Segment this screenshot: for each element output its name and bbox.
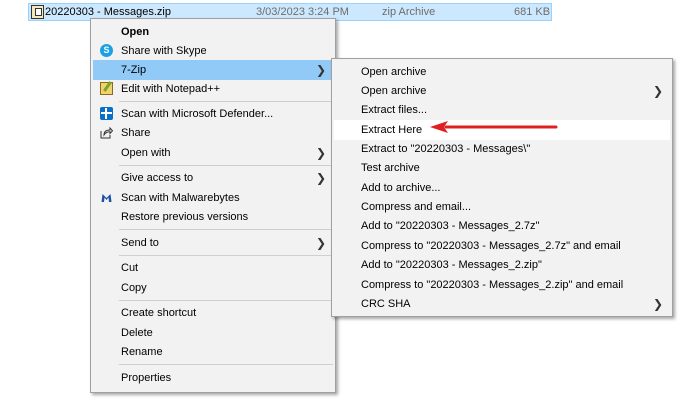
menu-item-create-shortcut[interactable]: Create shortcut [93, 303, 333, 323]
menu-item-label: Give access to [121, 172, 194, 184]
submenu-item-open-archive[interactable]: Open archive [334, 62, 670, 82]
malwarebytes-icon [100, 191, 113, 204]
menu-item-label: Open [121, 26, 150, 38]
red-arrow-icon [430, 121, 558, 133]
menu-item-label: Delete [121, 327, 153, 339]
menu-item-copy[interactable]: Copy [93, 278, 333, 298]
chevron-right-icon: ❯ [315, 171, 326, 185]
menu-item-share[interactable]: Share [93, 123, 333, 143]
submenu-item-label: Compress to "20220303 - Messages_2.zip" … [361, 279, 624, 291]
submenu-item-label: Extract Here [361, 124, 423, 136]
submenu-item-compress-email[interactable]: Compress and email... [334, 197, 670, 217]
chevron-right-icon: ❯ [315, 63, 326, 77]
menu-item-label: Restore previous versions [121, 211, 249, 223]
file-size: 681 KB [514, 6, 551, 18]
submenu-item-add-zip[interactable]: Add to "20220303 - Messages_2.zip" [334, 255, 670, 275]
menu-item-7zip[interactable]: 7-Zip ❯ [93, 60, 333, 80]
submenu-item-label: Test archive [361, 162, 420, 174]
menu-item-give-access[interactable]: Give access to ❯ [93, 168, 333, 188]
submenu-item-label: Extract files... [361, 104, 428, 116]
file-date: 3/03/2023 3:24 PM [256, 6, 349, 18]
seven-zip-submenu: Open archive Open archive ❯ Extract file… [331, 58, 673, 317]
menu-item-label: Properties [121, 372, 172, 384]
menu-item-label: Edit with Notepad++ [121, 83, 221, 95]
submenu-item-compress-7z-email[interactable]: Compress to "20220303 - Messages_2.7z" a… [334, 236, 670, 256]
submenu-item-label: Extract to "20220303 - Messages\" [361, 143, 531, 155]
submenu-item-label: Compress to "20220303 - Messages_2.7z" a… [361, 240, 621, 252]
menu-item-label: Send to [121, 237, 159, 249]
menu-item-edit-notepad[interactable]: Edit with Notepad++ [93, 79, 333, 99]
share-icon [100, 126, 113, 139]
submenu-item-label: Compress and email... [361, 201, 472, 213]
context-menu: Open S Share with Skype 7-Zip ❯ Edit wit… [90, 18, 336, 393]
menu-item-label: Create shortcut [121, 307, 197, 319]
defender-icon [100, 107, 113, 120]
submenu-item-label: Open archive [361, 85, 427, 97]
zip-file-icon [31, 5, 44, 19]
menu-item-rename[interactable]: Rename [93, 342, 333, 362]
menu-separator [119, 300, 333, 301]
menu-item-label: Open with [121, 147, 171, 159]
submenu-item-extract-to[interactable]: Extract to "20220303 - Messages\" [334, 139, 670, 159]
chevron-right-icon: ❯ [315, 146, 326, 160]
menu-item-label: Scan with Malwarebytes [121, 192, 240, 204]
menu-item-label: Rename [121, 346, 163, 358]
chevron-right-icon: ❯ [315, 236, 326, 250]
menu-separator [119, 364, 333, 365]
submenu-item-extract-files[interactable]: Extract files... [334, 100, 670, 120]
file-type: zip Archive [382, 6, 436, 18]
chevron-right-icon: ❯ [652, 84, 663, 98]
menu-item-scan-malwarebytes[interactable]: Scan with Malwarebytes [93, 188, 333, 208]
menu-item-share-with-skype[interactable]: S Share with Skype [93, 41, 333, 61]
menu-item-scan-defender[interactable]: Scan with Microsoft Defender... [93, 104, 333, 124]
menu-separator [119, 229, 333, 230]
menu-item-delete[interactable]: Delete [93, 323, 333, 343]
menu-item-label: Share with Skype [121, 45, 207, 57]
submenu-item-label: CRC SHA [361, 298, 411, 310]
menu-item-cut[interactable]: Cut [93, 258, 333, 278]
menu-separator [119, 101, 333, 102]
menu-item-send-to[interactable]: Send to ❯ [93, 233, 333, 253]
menu-item-label: 7-Zip [121, 64, 147, 76]
submenu-item-add-7z[interactable]: Add to "20220303 - Messages_2.7z" [334, 216, 670, 236]
menu-item-label: Scan with Microsoft Defender... [121, 108, 274, 120]
submenu-item-add-to-archive[interactable]: Add to archive... [334, 178, 670, 198]
menu-item-restore-versions[interactable]: Restore previous versions [93, 207, 333, 227]
menu-item-label: Copy [121, 282, 147, 294]
notepad-plus-plus-icon [100, 82, 113, 95]
submenu-item-test-archive[interactable]: Test archive [334, 158, 670, 178]
submenu-item-label: Add to archive... [361, 182, 441, 194]
submenu-item-compress-zip-email[interactable]: Compress to "20220303 - Messages_2.zip" … [334, 275, 670, 295]
submenu-item-label: Add to "20220303 - Messages_2.7z" [361, 220, 540, 232]
skype-icon: S [100, 44, 113, 57]
submenu-item-crc-sha[interactable]: CRC SHA ❯ [334, 294, 670, 314]
submenu-item-open-archive-more[interactable]: Open archive ❯ [334, 81, 670, 101]
chevron-right-icon: ❯ [652, 297, 663, 311]
submenu-item-label: Add to "20220303 - Messages_2.zip" [361, 259, 542, 271]
file-name: 20220303 - Messages.zip [45, 6, 171, 18]
menu-item-open-with[interactable]: Open with ❯ [93, 143, 333, 163]
submenu-item-label: Open archive [361, 66, 427, 78]
menu-item-label: Share [121, 127, 151, 139]
menu-separator [119, 165, 333, 166]
menu-item-properties[interactable]: Properties [93, 368, 333, 388]
menu-item-open[interactable]: Open [93, 22, 333, 42]
menu-item-label: Cut [121, 262, 139, 274]
menu-separator [119, 255, 333, 256]
